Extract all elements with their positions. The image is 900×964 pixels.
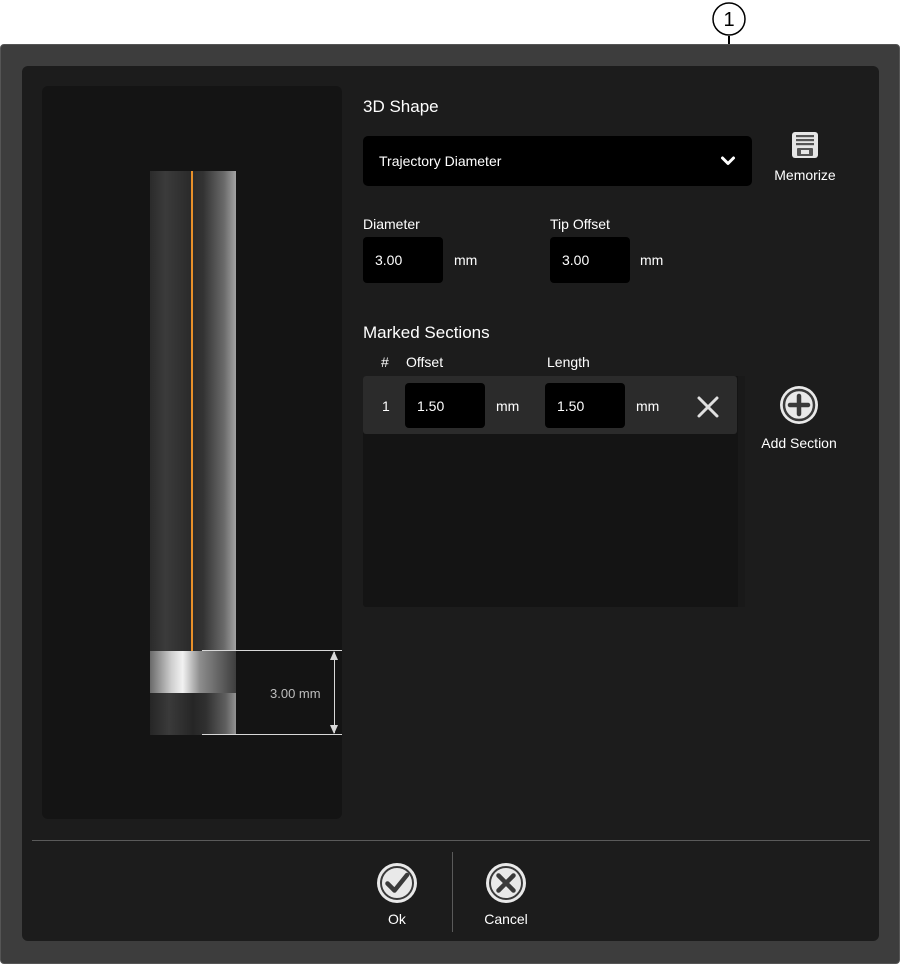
marked-section-ring bbox=[150, 651, 236, 693]
check-circle-icon bbox=[377, 863, 417, 903]
close-icon[interactable] bbox=[694, 393, 722, 421]
shape-dropdown[interactable]: Trajectory Diameter bbox=[363, 136, 752, 186]
floppy-disk-icon bbox=[792, 132, 818, 158]
shape-heading: 3D Shape bbox=[363, 97, 439, 116]
dimension-arrow-down bbox=[330, 725, 338, 734]
callout-marker: 1 bbox=[712, 2, 746, 36]
plus-circle-icon bbox=[780, 386, 818, 424]
cancel-button[interactable]: Cancel bbox=[466, 862, 546, 927]
trajectory-rod bbox=[150, 171, 236, 651]
tip-offset-label: Tip Offset bbox=[550, 216, 610, 232]
section-row-number: 1 bbox=[382, 398, 390, 414]
callout-number: 1 bbox=[723, 9, 734, 31]
shape-preview: 3.00 mm bbox=[42, 86, 342, 819]
diameter-input[interactable] bbox=[363, 237, 443, 283]
column-header-num: # bbox=[381, 354, 389, 370]
chevron-down-icon bbox=[721, 156, 735, 165]
add-section-button[interactable]: Add Section bbox=[756, 384, 842, 451]
memorize-label: Memorize bbox=[774, 167, 836, 183]
ok-label: Ok bbox=[388, 911, 406, 927]
section-offset-input[interactable] bbox=[405, 383, 485, 428]
section-length-input[interactable] bbox=[545, 383, 625, 428]
shape-dropdown-value: Trajectory Diameter bbox=[379, 153, 502, 169]
trajectory-tip bbox=[150, 693, 236, 735]
memorize-button[interactable]: Memorize bbox=[770, 130, 840, 190]
diameter-unit: mm bbox=[454, 252, 478, 268]
tip-offset-input[interactable] bbox=[550, 237, 630, 283]
footer-divider bbox=[32, 840, 870, 841]
column-header-offset: Offset bbox=[406, 354, 444, 370]
cancel-label: Cancel bbox=[484, 911, 528, 927]
dimension-line-bottom bbox=[202, 734, 342, 735]
column-header-length: Length bbox=[547, 354, 590, 370]
x-circle-icon bbox=[486, 863, 526, 903]
section-length-unit: mm bbox=[636, 398, 660, 414]
dimension-line-vertical bbox=[334, 652, 335, 733]
dimension-line-top bbox=[202, 650, 342, 651]
tip-offset-unit: mm bbox=[640, 252, 664, 268]
marked-sections-heading: Marked Sections bbox=[363, 323, 490, 342]
dimension-arrow-up bbox=[330, 651, 338, 660]
add-section-label: Add Section bbox=[761, 435, 837, 451]
ok-button[interactable]: Ok bbox=[357, 862, 437, 927]
button-separator bbox=[452, 852, 453, 932]
section-offset-unit: mm bbox=[496, 398, 520, 414]
sections-scrollbar[interactable] bbox=[738, 376, 745, 607]
dimension-label: 3.00 mm bbox=[270, 686, 321, 701]
trajectory-center-line bbox=[191, 171, 193, 651]
diameter-label: Diameter bbox=[363, 216, 420, 232]
